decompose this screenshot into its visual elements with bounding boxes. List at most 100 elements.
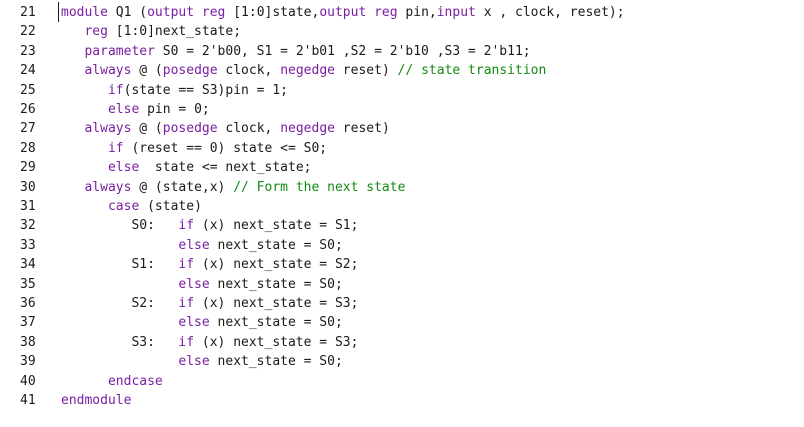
keyword-token: output <box>319 5 367 20</box>
keyword-token: input <box>436 5 476 20</box>
code-line[interactable]: 21 module Q1 (output reg [1:0]state,outpu… <box>0 3 804 22</box>
keyword-token: reg <box>201 5 226 20</box>
code-line[interactable]: 27 always @ (posedge clock, negedge rese… <box>0 119 804 138</box>
line-number: 39 <box>20 354 36 370</box>
keyword-token: endcase <box>107 373 163 389</box>
keyword-token: if <box>178 296 195 311</box>
text-token: [1:0]next_state; <box>107 24 242 40</box>
keyword-token: parameter <box>84 43 155 59</box>
text-token: pin, <box>397 5 437 20</box>
text-token: (x) next_state = S3; <box>194 334 359 350</box>
text-token: Q1 ( <box>107 5 148 20</box>
keyword-token: negedge <box>280 121 335 137</box>
code-line[interactable]: 29 else state <= next_state; <box>0 158 804 177</box>
code-text: endmodule <box>61 391 131 410</box>
code-text: always @ (posedge clock, negedge reset) <box>61 119 389 138</box>
code-text: if (reset == 0) state <= S0; <box>61 139 327 158</box>
code-text: if(state == S3)pin = 1; <box>61 81 288 100</box>
code-text: endcase <box>61 372 163 391</box>
line-number: 27 <box>20 121 36 137</box>
code-line[interactable]: 33 else next_state = S0; <box>0 236 804 255</box>
text-token: (state == S3)pin = 1; <box>123 82 288 98</box>
code-text: S2: if (x) next_state = S3; <box>61 294 358 313</box>
text-token: S3: <box>61 334 179 350</box>
line-number: 26 <box>20 102 36 117</box>
text-token: S0: <box>61 218 179 234</box>
text-token: next_state = S0; <box>209 315 343 331</box>
code-line[interactable]: 36 S2: if (x) next_state = S3; <box>0 294 804 313</box>
keyword-token: else <box>178 237 210 253</box>
code-text: else pin = 0; <box>61 100 210 119</box>
line-number: 31 <box>20 199 36 214</box>
code-text: module Q1 (output reg [1:0]state,output … <box>61 3 625 22</box>
keyword-token: reg <box>374 5 398 20</box>
code-editor[interactable]: 21 module Q1 (output reg [1:0]state,outpu… <box>0 0 804 427</box>
code-text: else state <= next_state; <box>61 158 312 177</box>
keyword-token: case <box>107 199 140 214</box>
code-line[interactable]: 31 case (state) <box>0 197 804 216</box>
text-token: @ ( <box>131 63 163 79</box>
code-text: always @ (state,x) // Form the next stat… <box>61 178 405 197</box>
line-number: 29 <box>20 160 36 176</box>
keyword-token: if <box>107 82 124 98</box>
line-number: 37 <box>20 315 36 331</box>
code-text: else next_state = S0; <box>61 313 343 332</box>
keyword-token: if <box>178 334 195 350</box>
keyword-token: else <box>107 102 140 117</box>
code-line[interactable]: 30 always @ (state,x) // Form the next s… <box>0 178 804 197</box>
code-line[interactable]: 22 reg [1:0]next_state; <box>0 22 804 41</box>
line-number: 22 <box>20 24 36 40</box>
text-token: @ ( <box>131 121 163 137</box>
text-token: x , clock, reset); <box>475 5 625 20</box>
keyword-token: if <box>178 257 195 273</box>
keyword-token: reg <box>84 24 108 40</box>
text-token: @ (state,x) <box>131 179 234 195</box>
keyword-token: endmodule <box>61 393 132 408</box>
code-line[interactable]: 34 S1: if (x) next_state = S2; <box>0 255 804 274</box>
code-line[interactable]: 38 S3: if (x) next_state = S3; <box>0 333 804 352</box>
text-token: next_state = S0; <box>209 354 343 370</box>
text-token: [1:0]state, <box>225 5 320 20</box>
code-line[interactable]: 32 S0: if (x) next_state = S1; <box>0 216 804 235</box>
line-number: 30 <box>20 179 36 195</box>
text-token: next_state = S0; <box>209 237 343 253</box>
code-line[interactable]: 26 else pin = 0; <box>0 100 804 119</box>
keyword-token: else <box>178 276 210 292</box>
keyword-token: module <box>61 5 108 20</box>
code-line[interactable]: 25 if(state == S3)pin = 1; <box>0 81 804 100</box>
line-number: 40 <box>20 373 36 389</box>
keyword-token: posedge <box>162 121 218 137</box>
keyword-token: posedge <box>162 63 218 79</box>
line-number: 33 <box>20 237 36 253</box>
keyword-token: else <box>107 160 140 176</box>
code-text: S3: if (x) next_state = S3; <box>61 333 358 352</box>
text-token: clock, <box>217 121 281 137</box>
code-line[interactable]: 40 endcase <box>0 372 804 391</box>
code-line[interactable]: 35 else next_state = S0; <box>0 275 804 294</box>
line-number: 23 <box>20 43 36 59</box>
code-line[interactable]: 39 else next_state = S0; <box>0 352 804 371</box>
code-line[interactable]: 37 else next_state = S0; <box>0 313 804 332</box>
code-text: case (state) <box>61 197 202 216</box>
code-line[interactable]: 24 always @ (posedge clock, negedge rese… <box>0 61 804 80</box>
code-line[interactable]: 28 if (reset == 0) state <= S0; <box>0 139 804 158</box>
text-token: (reset == 0) state <= S0; <box>123 140 328 156</box>
text-token: S1: <box>61 257 179 273</box>
keyword-token: if <box>107 140 124 156</box>
keyword-token: always <box>84 179 132 195</box>
text-token: (x) next_state = S3; <box>194 296 359 311</box>
keyword-token: always <box>84 63 132 79</box>
code-line[interactable]: 41 endmodule <box>0 391 804 410</box>
text-token: clock, <box>217 63 281 79</box>
code-line[interactable]: 23 parameter S0 = 2'b00, S1 = 2'b01 ,S2 … <box>0 42 804 61</box>
